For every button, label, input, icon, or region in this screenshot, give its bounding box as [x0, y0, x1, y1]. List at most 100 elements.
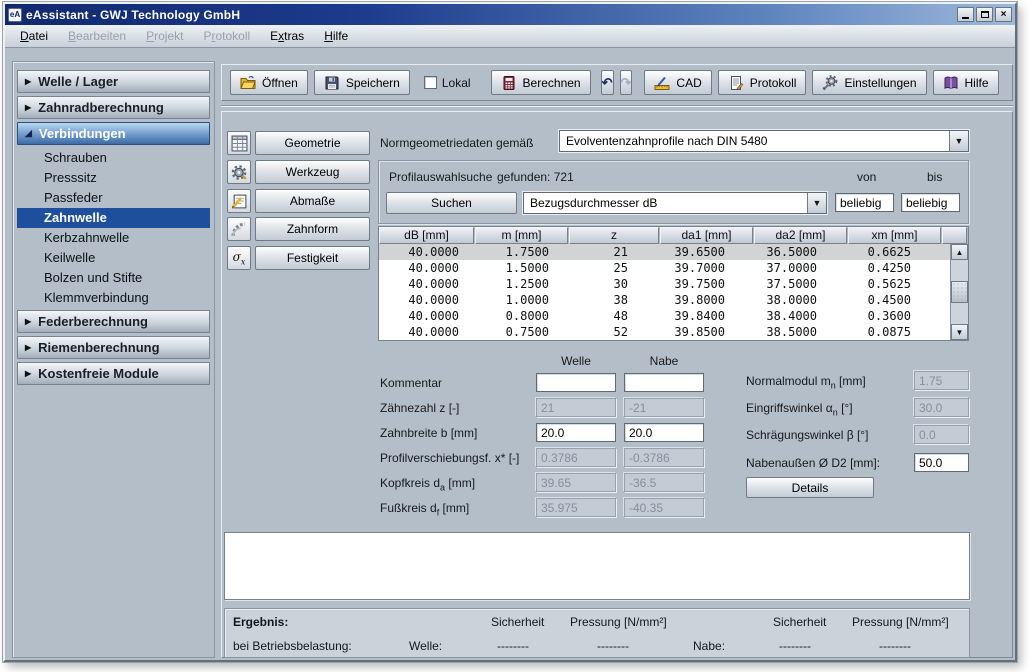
kommentar-nabe-input[interactable]	[624, 373, 704, 392]
sidebar-item-verbindungen[interactable]: ◢Verbindungen	[17, 122, 210, 145]
chevron-down-icon[interactable]: ▼	[949, 131, 968, 151]
kopfkreis-label: Kopfkreis da [mm]	[380, 476, 475, 492]
minimize-button[interactable]	[957, 7, 974, 22]
welle-column-header: Welle	[536, 354, 616, 368]
undo-icon: ↶	[602, 75, 613, 91]
schraegungswinkel-label: Schrägungswinkel β [°]	[746, 428, 868, 444]
table-body: 40.00001.75002139.650036.50000.6625 40.0…	[379, 244, 950, 340]
pressung-header-welle: Pressung [N/mm²]	[570, 615, 667, 629]
zaehnezahl-label: Zähnezahl z [-]	[380, 401, 459, 417]
app-icon: eA	[8, 8, 22, 22]
welle-sicherheit-value: --------	[497, 639, 529, 653]
search-button[interactable]: Suchen	[386, 192, 517, 214]
tab-festigkeit[interactable]: Festigkeit	[255, 246, 370, 270]
open-button[interactable]: Öffnen	[230, 70, 308, 95]
nabenaussen-input[interactable]	[914, 453, 969, 472]
sidebar-item-bolzen-und-stifte[interactable]: Bolzen und Stifte	[17, 268, 210, 288]
close-button[interactable]: ×	[995, 7, 1012, 22]
table-row[interactable]: 40.00001.75002139.650036.50000.6625	[379, 244, 950, 260]
menu-extras[interactable]: Extras	[261, 27, 313, 45]
lokal-checkbox[interactable]	[424, 76, 437, 89]
zaehnezahl-nabe-field	[624, 398, 704, 417]
scroll-up-icon[interactable]: ▲	[951, 244, 968, 260]
norm-label: Normgeometriedaten gemäß	[380, 136, 533, 150]
betriebsbelastung-label: bei Betriebsbelastung:	[233, 639, 352, 653]
column-header[interactable]: m [mm]	[475, 227, 568, 244]
zahnform-icon[interactable]	[227, 217, 251, 241]
table-row[interactable]: 40.00000.80004839.840038.40000.3600	[379, 308, 950, 324]
zahnbreite-nabe-input[interactable]	[624, 423, 704, 442]
calculate-button[interactable]: Berechnen	[491, 70, 591, 95]
sidebar-item-kerbzahnwelle[interactable]: Kerbzahnwelle	[17, 228, 210, 248]
von-input[interactable]	[835, 193, 894, 212]
tab-geometrie[interactable]: Geometrie	[255, 131, 370, 155]
sicherheit-header-nabe: Sicherheit	[773, 615, 826, 629]
menu-hilfe[interactable]: Hilfe	[315, 27, 357, 45]
abmasse-icon[interactable]	[227, 189, 251, 213]
profile-search-group: Profilauswahlsuche gefunden: 721 von bis…	[378, 160, 969, 224]
tab-abmasse[interactable]: Abmaße	[255, 189, 370, 213]
tab-zahnform[interactable]: Zahnform	[255, 217, 370, 241]
redo-button: ↷	[620, 70, 633, 95]
fusskreis-nabe-field	[624, 498, 704, 517]
column-header[interactable]: dB [mm]	[379, 227, 474, 244]
sidebar-item-keilwelle[interactable]: Keilwelle	[17, 248, 210, 268]
maximize-button[interactable]	[976, 7, 993, 22]
table-row[interactable]: 40.00000.75005239.850038.50000.0875	[379, 324, 950, 340]
undo-button[interactable]: ↶	[601, 70, 614, 95]
zahnbreite-welle-input[interactable]	[536, 423, 616, 442]
search-criteria-dropdown[interactable]: Bezugsdurchmesser dB ▼	[523, 192, 827, 214]
sidebar-item-riemenberechnung[interactable]: ▶Riemenberechnung	[17, 336, 210, 359]
nabe-pressung-value: --------	[879, 639, 911, 653]
column-header[interactable]: z	[569, 227, 659, 244]
profilverschiebung-nabe-field	[624, 448, 704, 467]
triangle-collapsed-icon: ▶	[25, 317, 31, 326]
table-row[interactable]: 40.00001.00003839.800038.00000.4500	[379, 292, 950, 308]
save-button[interactable]: Speichern	[314, 70, 410, 95]
table-scrollbar[interactable]: ▲ ▼	[950, 244, 968, 340]
nabenaussen-label: Nabenaußen Ø D2 [mm]:	[746, 456, 880, 472]
triangle-collapsed-icon: ▶	[25, 77, 31, 86]
bis-input[interactable]	[901, 193, 960, 212]
kommentar-welle-input[interactable]	[536, 373, 616, 392]
column-header[interactable]: da1 [mm]	[660, 227, 753, 244]
table-header-row: dB [mm] m [mm] z da1 [mm] da2 [mm] xm [m…	[379, 227, 968, 244]
sidebar-item-passfeder[interactable]: Passfeder	[17, 188, 210, 208]
sidebar-item-zahnwelle[interactable]: Zahnwelle	[17, 208, 210, 228]
titlebar[interactable]: eA eAssistant - GWJ Technology GmbH ×	[5, 4, 1015, 25]
message-area[interactable]	[224, 532, 970, 600]
table-row[interactable]: 40.00001.25003039.750037.50000.5625	[379, 276, 950, 292]
sidebar-navigation: ▶Welle / Lager ▶Zahnradberechnung ◢Verbi…	[12, 61, 215, 658]
werkzeug-icon[interactable]	[227, 160, 251, 184]
sidebar-item-zahnradberechnung[interactable]: ▶Zahnradberechnung	[17, 96, 210, 119]
norm-profile-dropdown[interactable]: Evolventenzahnprofile nach DIN 5480 ▼	[559, 130, 969, 152]
sidebar-item-welle-lager[interactable]: ▶Welle / Lager	[17, 70, 210, 93]
chevron-down-icon[interactable]: ▼	[807, 193, 826, 213]
result-panel: Ergebnis: Sicherheit Pressung [N/mm²] Si…	[224, 608, 970, 658]
profilverschiebung-label: Profilverschiebungsf. x* [-]	[380, 451, 519, 467]
sidebar-item-kostenfreie-module[interactable]: ▶Kostenfreie Module	[17, 362, 210, 385]
details-button[interactable]: Details	[746, 477, 874, 498]
normalmodul-field	[914, 371, 969, 390]
table-row[interactable]: 40.00001.50002539.700037.00000.4250	[379, 260, 950, 276]
von-label: von	[857, 170, 876, 184]
sidebar-item-presssitz[interactable]: Presssitz	[17, 168, 210, 188]
sidebar-item-klemmverbindung[interactable]: Klemmverbindung	[17, 288, 210, 308]
kopfkreis-nabe-field	[624, 473, 704, 492]
sidebar-item-schrauben[interactable]: Schrauben	[17, 148, 210, 168]
column-header[interactable]: da2 [mm]	[754, 227, 847, 244]
cad-button[interactable]: CAD	[644, 70, 711, 95]
redo-icon: ↷	[621, 75, 632, 91]
main-content: Geometrie Werkzeug Abmaße Zahnform σx Fe…	[221, 111, 1013, 658]
menu-datei[interactable]: Datei	[11, 27, 57, 45]
tab-werkzeug[interactable]: Werkzeug	[255, 160, 370, 184]
column-header[interactable]: xm [mm]	[848, 227, 941, 244]
scrollbar-thumb[interactable]	[951, 281, 968, 303]
sidebar-item-federberechnung[interactable]: ▶Federberechnung	[17, 310, 210, 333]
settings-button[interactable]: Einstellungen	[812, 70, 926, 95]
help-button[interactable]: Hilfe	[933, 70, 999, 95]
geometrie-icon[interactable]	[227, 131, 251, 155]
festigkeit-icon[interactable]: σx	[227, 246, 251, 270]
scroll-down-icon[interactable]: ▼	[951, 324, 968, 340]
protokoll-button[interactable]: Protokoll	[718, 70, 807, 95]
